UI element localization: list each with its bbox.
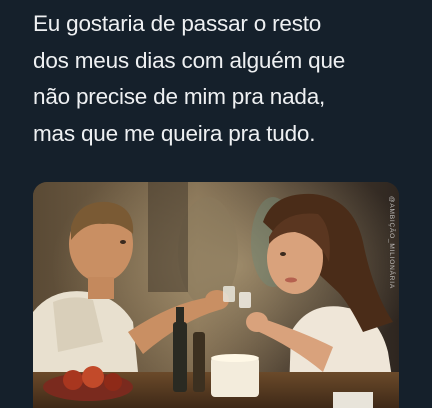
photo-watermark: @AMBIÇÃO_MILIONÁRIA bbox=[388, 196, 395, 289]
photo-scene bbox=[33, 182, 399, 408]
tweet-post: Eu gostaria de passar o resto dos meus d… bbox=[0, 0, 432, 408]
post-photo[interactable]: @AMBIÇÃO_MILIONÁRIA bbox=[33, 182, 399, 408]
post-text-line-1: Eu gostaria de passar o resto bbox=[33, 11, 322, 36]
post-text-line-3: não precise de mim pra nada, bbox=[33, 84, 326, 109]
post-text-line-4: mas que me queira pra tudo. bbox=[33, 120, 316, 146]
post-text: Eu gostaria de passar o resto dos meus d… bbox=[33, 6, 423, 152]
post-text-line-2: dos meus dias com alguém que bbox=[33, 47, 346, 73]
